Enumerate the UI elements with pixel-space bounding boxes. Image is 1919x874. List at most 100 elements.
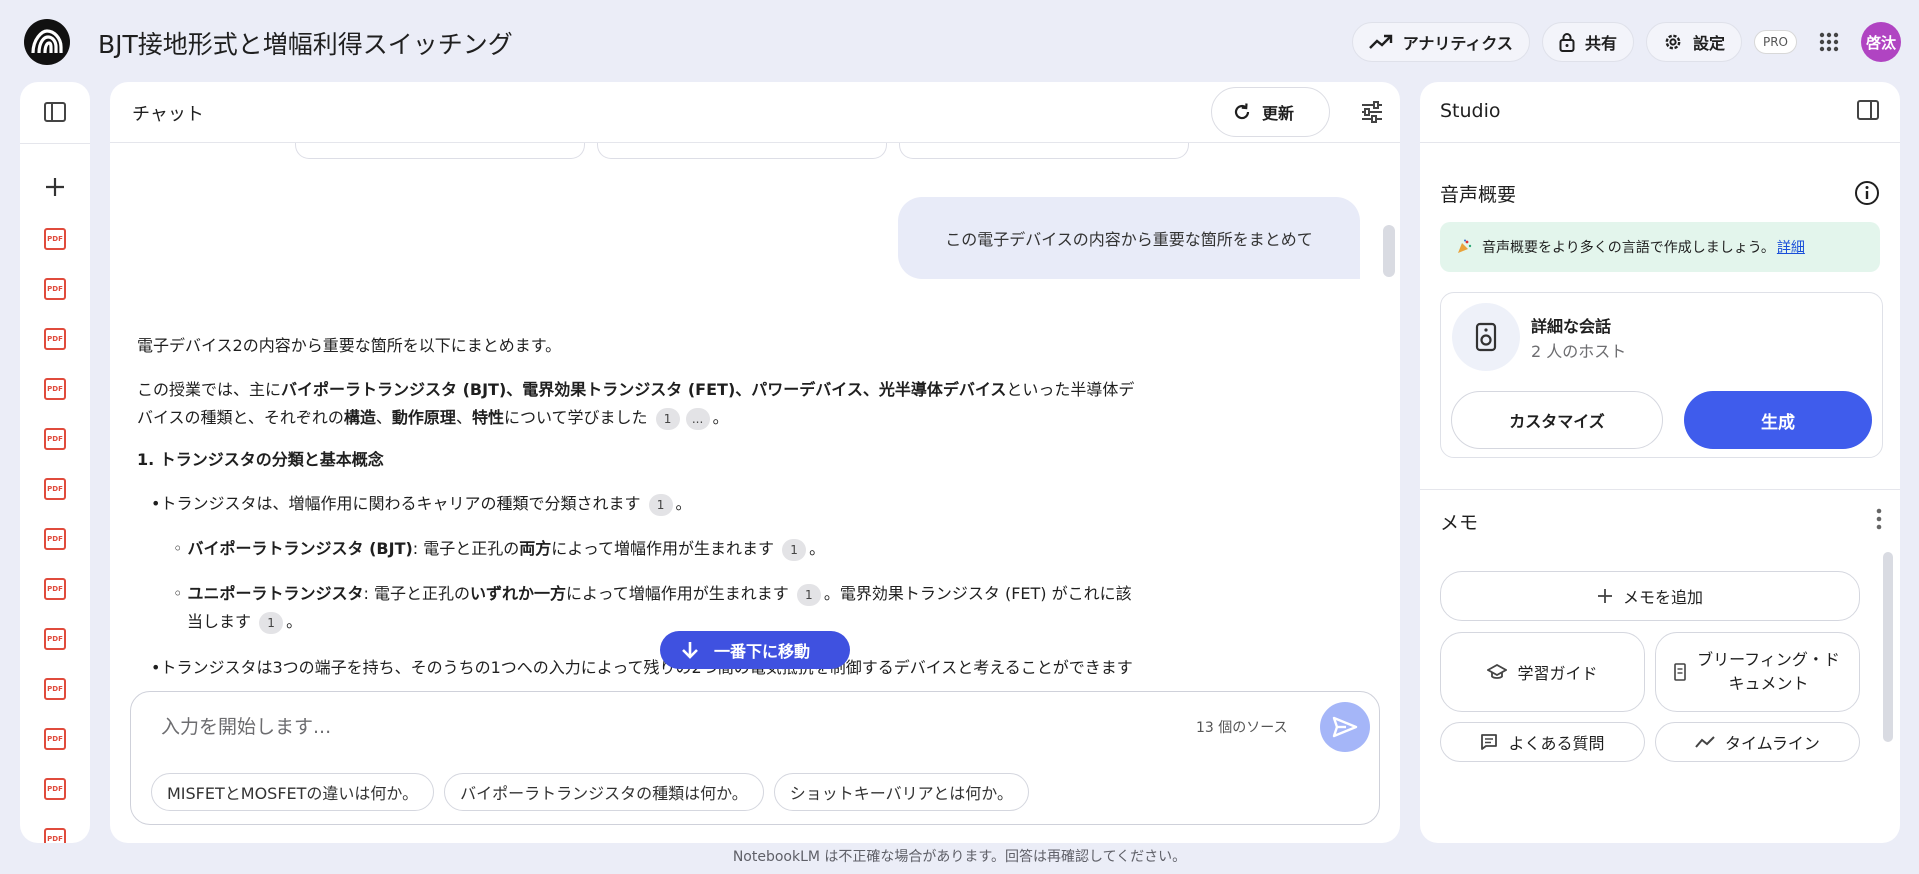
plus-icon — [1597, 589, 1612, 603]
suggestion-chips: MISFETとMOSFETの違いは何か。 バイポーラトランジスタの種類は何か。 … — [151, 773, 1029, 811]
source-pdf-icon[interactable]: PDF — [44, 478, 66, 500]
chat-bubble-icon — [1481, 734, 1498, 750]
add-memo-button[interactable]: メモを追加 — [1440, 571, 1860, 621]
source-pdf-icon[interactable]: PDF — [44, 528, 66, 550]
more-vert-icon — [1876, 508, 1882, 530]
share-button[interactable]: 共有 — [1541, 22, 1634, 62]
audio-languages-banner: 音声概要をより多くの言語で作成しましょう。 詳細 — [1440, 222, 1880, 272]
citation-chip[interactable]: 1 — [796, 583, 821, 606]
source-pdf-icon[interactable]: PDF — [44, 828, 66, 843]
speaker-icon — [1475, 322, 1497, 352]
add-source-button[interactable] — [44, 176, 66, 198]
scroll-to-bottom-label: 一番下に移動 — [714, 642, 811, 661]
lock-icon — [1559, 33, 1575, 52]
answer-intro: 電子デバイス2の内容から重要な箇所を以下にまとめます。 — [137, 336, 562, 355]
studio-scrollbar[interactable] — [1883, 552, 1893, 742]
analytics-button[interactable]: アナリティクス — [1351, 22, 1530, 62]
notebook-title[interactable]: BJT接地形式と増幅利得スイッチング — [98, 25, 513, 61]
answer-bullet: •トランジスタは、増幅作用に関わるキャリアの種類で分類されます 1。 — [137, 490, 1247, 518]
customize-button[interactable]: カスタマイズ — [1451, 391, 1663, 449]
source-pdf-icon[interactable]: PDF — [44, 378, 66, 400]
party-popper-icon — [1458, 239, 1472, 253]
studio-divider — [1420, 489, 1900, 490]
analytics-label: アナリティクス — [1402, 34, 1513, 53]
tune-icon — [1362, 101, 1382, 123]
source-pdf-icon[interactable]: PDF — [44, 728, 66, 750]
source-pdf-icon[interactable]: PDF — [44, 678, 66, 700]
citation-chip[interactable]: 1 — [648, 493, 673, 516]
pro-badge: PRO — [1753, 30, 1797, 54]
source-pdf-icon[interactable]: PDF — [44, 628, 66, 650]
source-pdf-icon[interactable]: PDF — [44, 328, 66, 350]
sidebar-panel-icon — [44, 102, 66, 122]
source-pdf-icon[interactable]: PDF — [44, 228, 66, 250]
sidebar-panel-icon — [1857, 100, 1879, 120]
top-actions: アナリティクス 共有 設定 PRO 啓汰 — [1351, 22, 1901, 62]
notebooklm-logo[interactable] — [24, 19, 70, 65]
avatar[interactable]: 啓汰 — [1861, 22, 1901, 62]
briefing-doc-button[interactable]: ブリーフィング・ドキュメント — [1655, 632, 1860, 712]
trending-up-icon — [1368, 34, 1392, 49]
answer-paragraph: この授業では、主にバイポーラトランジスタ (BJT)、電界効果トランジスタ (F… — [137, 376, 1247, 432]
chat-input-box: 入力を開始します... 13 個のソース MISFETとMOSFETの違いは何か… — [130, 691, 1380, 825]
suggestion-chip-partial[interactable] — [295, 143, 585, 159]
sources-rail: PDF PDF PDF PDF PDF PDF PDF PDF PDF PDF … — [20, 82, 90, 843]
info-icon — [1855, 181, 1879, 205]
studio-panel: Studio 音声概要 音声概要をより多くの言語で作成しましょう。 詳細 詳細な… — [1420, 82, 1900, 843]
generate-button[interactable]: 生成 — [1684, 391, 1872, 449]
collapse-studio-button[interactable] — [1856, 98, 1880, 126]
suggestion-chip-partial[interactable] — [597, 143, 887, 159]
chat-panel: チャット 更新 この電子デバイスの内容から重要な箇所をまとめて 電子デバイス2の… — [110, 82, 1400, 843]
timeline-label: タイムライン — [1725, 734, 1820, 753]
deep-dive-card: 詳細な会話 2 人のホスト カスタマイズ 生成 — [1440, 292, 1883, 458]
memo-title: メモ — [1440, 512, 1479, 534]
citation-more-chip[interactable]: ... — [685, 407, 710, 430]
speaker-avatar — [1452, 303, 1520, 371]
faq-button[interactable]: よくある質問 — [1440, 722, 1645, 762]
school-icon — [1487, 664, 1508, 679]
logo-icon — [31, 29, 63, 54]
citation-chip[interactable]: 1 — [782, 538, 807, 561]
faq-label: よくある質問 — [1508, 734, 1605, 753]
suggestion-chip[interactable]: バイポーラトランジスタの種類は何か。 — [444, 773, 764, 811]
disclaimer: NotebookLM は不正確な場合があります。回答は再確認してください。 — [732, 849, 1187, 865]
briefing-doc-label: ブリーフィング・ドキュメント — [1697, 650, 1840, 693]
audio-info-button[interactable] — [1854, 180, 1880, 210]
plus-icon — [46, 178, 64, 196]
timeline-button[interactable]: タイムライン — [1655, 722, 1860, 762]
source-pdf-icon[interactable]: PDF — [44, 578, 66, 600]
citation-chip[interactable]: 1 — [259, 611, 284, 634]
chat-scrollbar[interactable] — [1383, 225, 1395, 277]
citation-chip[interactable]: 1 — [655, 407, 680, 430]
study-guide-button[interactable]: 学習ガイド — [1440, 632, 1645, 712]
suggestion-chip[interactable]: MISFETとMOSFETの違いは何か。 — [151, 773, 435, 811]
share-label: 共有 — [1584, 34, 1617, 53]
study-guide-label: 学習ガイド — [1517, 664, 1598, 683]
chat-input[interactable]: 入力を開始します... — [161, 712, 331, 739]
apps-button[interactable] — [1809, 22, 1849, 62]
memo-more-button[interactable] — [1876, 508, 1882, 534]
chat-settings-button[interactable] — [1360, 100, 1384, 128]
source-count: 13 個のソース — [1196, 720, 1288, 736]
answer-sub-bullet: ◦ ユニポーラトランジスタ: 電子と正孔のいずれか一方によって増幅作用が生まれま… — [137, 580, 1247, 636]
source-pdf-icon[interactable]: PDF — [44, 778, 66, 800]
document-icon — [1674, 663, 1686, 681]
rail-divider — [20, 143, 90, 144]
settings-label: 設定 — [1692, 34, 1725, 53]
source-pdf-icon[interactable]: PDF — [44, 278, 66, 300]
user-message: この電子デバイスの内容から重要な箇所をまとめて — [898, 197, 1360, 279]
suggestion-chip[interactable]: ショットキーバリアとは何か。 — [773, 773, 1029, 811]
refresh-button[interactable]: 更新 — [1211, 87, 1330, 137]
toggle-sources-button[interactable] — [43, 100, 67, 124]
answer-heading: 1. トランジスタの分類と基本概念 — [137, 450, 384, 469]
source-pdf-icon[interactable]: PDF — [44, 428, 66, 450]
scroll-to-bottom-button[interactable]: 一番下に移動 — [660, 631, 850, 669]
answer-sub-bullet: ◦ バイポーラトランジスタ (BJT): 電子と正孔の両方によって増幅作用が生ま… — [137, 535, 1247, 563]
banner-text: 音声概要をより多くの言語で作成しましょう。 — [1482, 240, 1775, 256]
suggestion-chip-partial[interactable] — [899, 143, 1189, 159]
banner-details-link[interactable]: 詳細 — [1777, 237, 1805, 257]
assistant-answer: 電子デバイス2の内容から重要な箇所を以下にまとめます。 この授業では、主にバイポ… — [137, 332, 1247, 682]
settings-button[interactable]: 設定 — [1645, 22, 1742, 62]
refresh-icon — [1234, 103, 1250, 120]
send-button[interactable] — [1320, 702, 1370, 752]
